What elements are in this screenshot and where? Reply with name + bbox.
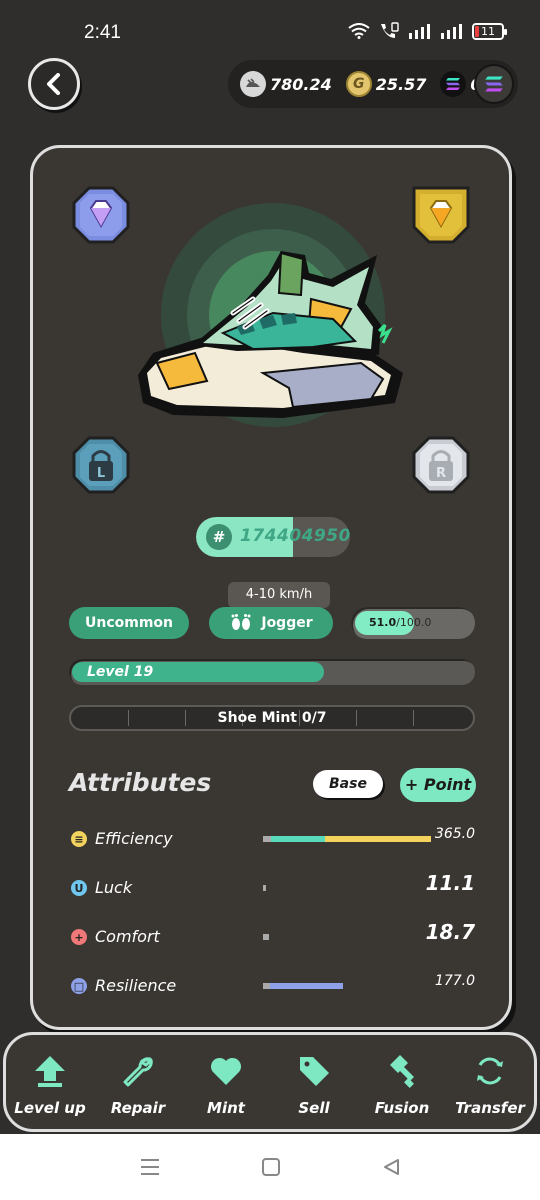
solana-icon [440,71,467,97]
hammer-icon [382,1051,422,1091]
action-label: Repair [110,1099,166,1117]
gem-socket-top-right[interactable] [412,186,470,244]
sell-button[interactable]: Sell [274,1051,354,1129]
sneaker-id: 174404950 [240,526,350,546]
wallet-button[interactable] [474,64,514,104]
attribute-name: Resilience [95,976,177,995]
efficiency-bar [263,836,433,842]
efficiency-icon: ≡ [71,831,87,847]
gmt-value: 25.57 [375,74,427,94]
attribute-value: 365.0 [434,826,475,842]
attribute-value: 18.7 [425,920,475,944]
attribute-value: 177.0 [434,973,475,989]
lock-icon: R [412,436,470,494]
shoe-mint-label: Shoe Mint 0/7 [217,710,327,726]
back-button[interactable] [28,58,80,110]
sneaker-id-pill[interactable]: # 174404950 [196,517,350,557]
gst-value: 780.24 [270,74,332,94]
type-badge[interactable]: Jogger [209,607,333,639]
level-label: Level 19 [87,664,154,680]
attributes-title: Attributes [69,768,212,797]
attribute-row-luck: U Luck 11.1 [69,871,481,903]
call-icon [381,22,399,38]
arrow-up-icon [30,1051,70,1091]
gst-token-icon [240,71,266,97]
gmt-token-icon: G [345,71,372,97]
back-nav-icon[interactable] [381,1157,401,1177]
attribute-row-efficiency: ≡ Efficiency 365.0 [69,826,481,854]
durability-max: /100.0 [396,616,432,629]
rarity-badge: Uncommon [69,607,189,639]
gmt-balance: G 25.57 [345,71,427,97]
battery-icon: 11 [472,22,507,40]
base-button[interactable]: Base [313,770,383,798]
status-icons: 11 [348,22,507,40]
level-up-button[interactable]: Level up [10,1051,90,1129]
action-label: Transfer [455,1099,525,1117]
status-bar: 2:41 11 [0,0,540,64]
action-label: Fusion [374,1099,430,1117]
gst-balance: 780.24 [240,71,332,97]
gem-socket-right-locked[interactable]: R [412,436,470,494]
attribute-row-comfort: + Comfort 18.7 [69,920,481,952]
type-label: Jogger [261,615,313,631]
attribute-name: Luck [95,878,133,897]
transfer-icon [470,1051,510,1091]
chevron-left-icon [47,73,60,95]
attribute-row-resilience: □ Resilience 177.0 [69,973,481,1001]
lock-right-label: R [436,466,446,481]
comfort-icon: + [71,929,87,945]
mint-button[interactable]: Mint [186,1051,266,1129]
luck-icon: U [71,880,87,896]
home-icon[interactable] [261,1157,281,1177]
gem-socket-top-left[interactable] [72,186,130,244]
action-label: Mint [207,1099,245,1117]
solana-icon [485,76,503,92]
sneaker-image [133,203,413,443]
speed-range-tooltip: 4-10 km/h [228,582,330,608]
gem-socket-left-locked[interactable]: L [72,436,130,494]
add-point-button[interactable]: + Point [400,768,476,802]
action-label: Level up [14,1099,86,1117]
hash-icon: # [206,524,232,550]
resilience-bar [263,983,345,989]
attribute-name: Efficiency [95,829,173,848]
gem-gold-icon [412,186,470,244]
footprints-icon [231,614,251,630]
balance-bar: 780.24 G 25.57 0 [228,60,518,108]
attribute-value: 11.1 [425,871,475,895]
durability-bar: 51.0/100.0 [351,607,475,639]
status-time: 2:41 [84,22,121,43]
resilience-icon: □ [71,978,87,994]
transfer-button[interactable]: Transfer [450,1051,530,1129]
gem-purple-icon [72,186,130,244]
wifi-icon [348,23,370,39]
action-label: Sell [298,1099,330,1117]
signal-1-icon [409,24,430,39]
comfort-bar [263,934,271,940]
repair-button[interactable]: Repair [98,1051,178,1129]
heart-icon [206,1051,246,1091]
level-progress-bar: Level 19 [69,659,475,685]
signal-2-icon [441,24,462,39]
lock-left-label: L [97,466,105,481]
battery-level: 11 [481,24,495,38]
luck-bar [263,885,267,891]
lock-icon: L [72,436,130,494]
wrench-icon [118,1051,158,1091]
durability-current: 51.0 [369,616,397,629]
sneaker-card: L R # 174404950 4-10 km/h Uncommon Jogge… [30,145,512,1030]
menu-icon[interactable] [139,1157,161,1177]
shoe-mint-bar: Shoe Mint 0/7 [69,705,475,731]
fusion-button[interactable]: Fusion [362,1051,442,1129]
system-nav-bar [0,1134,540,1200]
tag-icon [294,1051,334,1091]
action-bar: Level up Repair Mint Sell Fusion Transfe… [3,1032,537,1132]
attribute-name: Comfort [95,927,160,946]
